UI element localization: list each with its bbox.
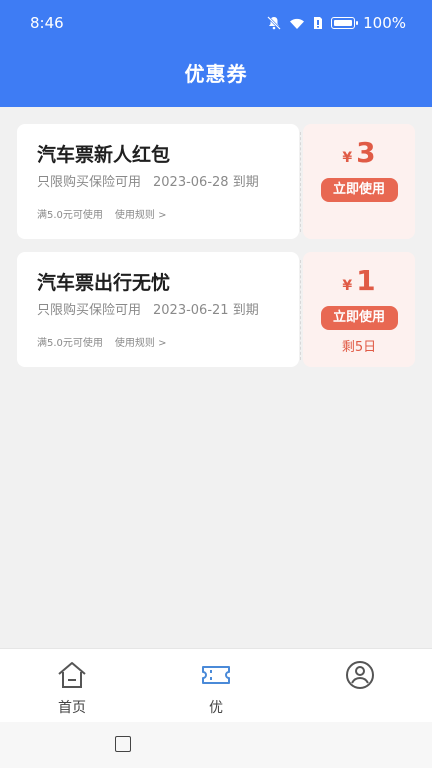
user-circle-icon: [346, 661, 374, 689]
battery-icon: [331, 17, 359, 29]
use-now-button[interactable]: 立即使用: [320, 178, 398, 202]
ticket-icon: [202, 666, 230, 684]
coupon-amount: 3: [356, 136, 376, 169]
coupon-price: ¥3: [303, 136, 415, 172]
coupon-value: ¥3 立即使用: [303, 124, 415, 239]
status-time: 8:46: [30, 14, 64, 32]
coupon-expiry: 2023-06-28 到期: [153, 175, 259, 190]
tab-home[interactable]: 首页: [32, 659, 112, 717]
coupon-expiry: 2023-06-21 到期: [153, 303, 259, 318]
coupon-details: 只限购买保险可用 2023-06-28 到期: [37, 174, 299, 192]
coupon-footer: 满5.0元可使用 使用规则 >: [37, 206, 166, 221]
status-icons: 100%: [267, 14, 406, 32]
coupon-divider: [300, 132, 301, 232]
coupon-card: 汽车票出行无忧 只限购买保险可用 2023-06-21 到期 满5.0元可使用 使用…: [17, 252, 415, 367]
tab-coupons[interactable]: 优: [176, 659, 256, 717]
coupon-scope: 只限购买保险可用: [37, 175, 142, 190]
coupon-amount: 1: [356, 264, 376, 297]
currency-symbol: ¥: [342, 150, 353, 166]
coupon-value: ¥1 立即使用 剩5日: [303, 252, 415, 367]
page-title: 优惠券: [184, 62, 248, 86]
system-nav-bar: [0, 722, 432, 768]
wifi-icon: [289, 17, 305, 30]
coupon-name: 汽车票新人红包: [37, 144, 171, 166]
tab-coupons-label: 优: [209, 700, 223, 716]
home-icon: [58, 662, 86, 688]
coupon-footer: 满5.0元可使用 使用规则 >: [37, 334, 166, 349]
battery-percent: 100%: [363, 14, 406, 32]
coupon-rules-link[interactable]: 使用规则 >: [115, 338, 167, 349]
coupon-price: ¥1: [303, 264, 415, 300]
coupon-divider: [300, 260, 301, 360]
days-remaining: 剩5日: [341, 340, 377, 355]
tab-profile[interactable]: [320, 659, 400, 697]
coupon-info: 汽车票出行无忧 只限购买保险可用 2023-06-21 到期 满5.0元可使用 使用…: [17, 252, 299, 367]
tab-home-label: 首页: [58, 700, 86, 716]
currency-symbol: ¥: [342, 278, 353, 294]
use-now-button[interactable]: 立即使用: [320, 306, 398, 330]
coupon-scope: 只限购买保险可用: [37, 303, 142, 318]
app-header: 8:46 100% 优惠券: [0, 0, 432, 107]
sim-icon: [313, 16, 323, 30]
coupon-card: 汽车票新人红包 只限购买保险可用 2023-06-28 到期 满5.0元可使用 使用…: [17, 124, 415, 239]
coupon-condition: 满5.0元可使用: [37, 338, 103, 349]
coupon-info: 汽车票新人红包 只限购买保险可用 2023-06-28 到期 满5.0元可使用 使用…: [17, 124, 299, 239]
status-bar: 8:46 100%: [0, 0, 432, 46]
coupon-details: 只限购买保险可用 2023-06-21 到期: [37, 302, 299, 320]
mute-bell-icon: [267, 16, 281, 30]
recent-apps-icon[interactable]: [115, 736, 131, 752]
coupon-condition: 满5.0元可使用: [37, 210, 103, 221]
coupon-name: 汽车票出行无忧: [37, 272, 171, 294]
bottom-tabbar: 首页 优: [0, 648, 432, 722]
coupon-rules-link[interactable]: 使用规则 >: [115, 210, 167, 221]
